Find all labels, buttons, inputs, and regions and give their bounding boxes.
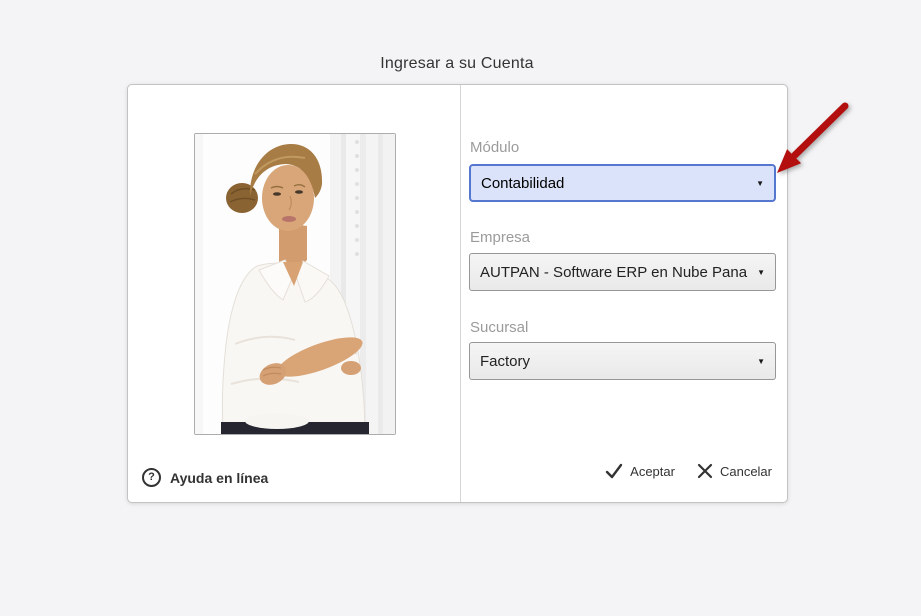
close-icon (697, 463, 713, 479)
accept-label: Aceptar (630, 464, 675, 479)
caret-down-icon: ▼ (756, 179, 764, 188)
sucursal-select[interactable]: Factory ▼ (469, 342, 776, 380)
portrait-photo-art (195, 134, 395, 434)
modulo-label: Módulo (470, 139, 519, 156)
accept-button[interactable]: Aceptar (605, 463, 675, 479)
sucursal-selected-value: Factory (480, 353, 530, 370)
help-link[interactable]: ? Ayuda en línea (142, 468, 268, 487)
modulo-selected-value: Contabilidad (481, 175, 564, 192)
dialog-actions: Aceptar Cancelar (605, 463, 772, 479)
portrait-photo (194, 133, 396, 435)
page-title: Ingresar a su Cuenta (127, 55, 787, 73)
left-panel: ? Ayuda en línea (128, 85, 461, 502)
cancel-label: Cancelar (720, 464, 772, 479)
empresa-selected-value: AUTPAN - Software ERP en Nube Pana (480, 264, 747, 281)
login-dialog: ? Ayuda en línea Módulo Contabilidad ▼ E… (127, 84, 788, 503)
empresa-label: Empresa (470, 229, 530, 246)
empresa-select[interactable]: AUTPAN - Software ERP en Nube Pana ▼ (469, 253, 776, 291)
modulo-select[interactable]: Contabilidad ▼ (469, 164, 776, 202)
check-icon (605, 463, 623, 479)
caret-down-icon: ▼ (757, 268, 765, 277)
sucursal-label: Sucursal (470, 319, 528, 336)
help-label: Ayuda en línea (170, 470, 268, 486)
cancel-button[interactable]: Cancelar (697, 463, 772, 479)
caret-down-icon: ▼ (757, 357, 765, 366)
question-circle-icon: ? (142, 468, 161, 487)
